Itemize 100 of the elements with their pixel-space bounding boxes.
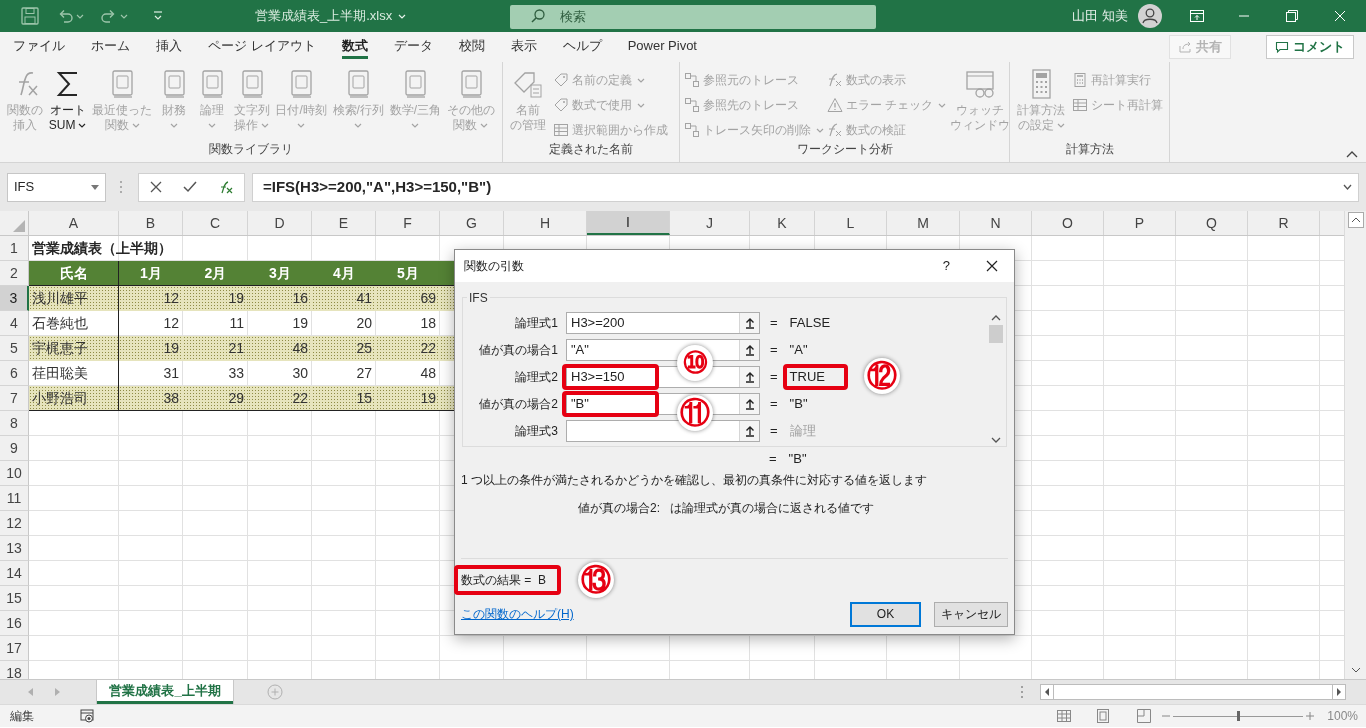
- ribbon-tab[interactable]: 表示: [510, 35, 537, 59]
- column-header[interactable]: L: [815, 211, 887, 235]
- ribbon-tab[interactable]: ページ レイアウト: [208, 35, 316, 59]
- file-name-button[interactable]: 営業成績表_上半期.xlsx: [250, 6, 410, 26]
- formula-field[interactable]: =IFS(H3>=200,"A",H3>=150,"B"): [252, 172, 1359, 202]
- function-icon: [827, 72, 843, 88]
- column-header[interactable]: A: [29, 211, 119, 235]
- restore-icon[interactable]: [1286, 10, 1298, 22]
- ribbon-tab[interactable]: ヘルプ: [562, 35, 602, 59]
- scroll-right-icon[interactable]: [1334, 685, 1344, 699]
- column-header[interactable]: B: [119, 211, 183, 235]
- column-header[interactable]: C: [183, 211, 248, 235]
- row-header[interactable]: 12: [0, 511, 29, 536]
- row-header[interactable]: 14: [0, 561, 29, 586]
- expand-icon[interactable]: [1343, 184, 1352, 190]
- collapse-button[interactable]: [739, 393, 759, 414]
- check-icon[interactable]: [183, 181, 198, 193]
- row-header[interactable]: 17: [0, 636, 29, 661]
- caret-icon: [131, 123, 140, 128]
- caret-icon: [480, 123, 489, 128]
- help-link[interactable]: この関数のヘルプ(H): [461, 605, 574, 623]
- row-header[interactable]: 3: [0, 286, 29, 311]
- macro-record-icon[interactable]: [80, 709, 94, 723]
- column-header[interactable]: R: [1248, 211, 1320, 235]
- formula-result: 数式の結果 = B: [461, 572, 546, 589]
- collapse-button[interactable]: [739, 312, 759, 333]
- sheet-cell: 19: [183, 286, 248, 311]
- close-icon[interactable]: [986, 260, 998, 272]
- ribbon-tab[interactable]: データ: [393, 35, 433, 59]
- page-layout-icon[interactable]: [1097, 709, 1110, 723]
- comment-button[interactable]: コメント: [1266, 35, 1354, 59]
- zoom-slider-thumb[interactable]: [1237, 711, 1241, 721]
- dialog-button[interactable]: OK: [850, 601, 921, 627]
- column-header[interactable]: F: [376, 211, 440, 235]
- scroll-up-icon[interactable]: [991, 315, 1001, 321]
- row-header[interactable]: 2: [0, 261, 29, 286]
- argument-field[interactable]: H3>=200: [566, 311, 760, 334]
- row-header[interactable]: 7: [0, 386, 29, 411]
- sheet-cell: 22: [248, 386, 312, 411]
- cancel-icon[interactable]: [149, 181, 162, 193]
- horizontal-scrollbar[interactable]: [1040, 684, 1346, 700]
- save-icon[interactable]: [20, 6, 40, 26]
- row-header[interactable]: 6: [0, 361, 29, 386]
- row-header[interactable]: 8: [0, 411, 29, 436]
- column-header[interactable]: M: [887, 211, 960, 235]
- column-header[interactable]: G: [440, 211, 504, 235]
- ribbon-display-icon[interactable]: [1190, 10, 1204, 22]
- vertical-scrollbar[interactable]: [1344, 211, 1366, 679]
- row-header[interactable]: 4: [0, 311, 29, 336]
- user-avatar-icon[interactable]: [1138, 4, 1162, 28]
- column-header[interactable]: O: [1032, 211, 1104, 235]
- scroll-thumb[interactable]: [989, 325, 1003, 343]
- argument-scrollbar[interactable]: [988, 315, 1004, 443]
- row-header[interactable]: 5: [0, 336, 29, 361]
- row-header[interactable]: 15: [0, 586, 29, 611]
- column-header[interactable]: P: [1104, 211, 1176, 235]
- sheet-cell: 22: [376, 336, 440, 361]
- collapse-ribbon-icon[interactable]: [1346, 150, 1358, 158]
- customize-icon[interactable]: [152, 10, 164, 22]
- sheet-cell: 16: [248, 286, 312, 311]
- ribbon-tab[interactable]: ファイル: [13, 35, 65, 59]
- warning-icon: [827, 97, 843, 113]
- page-break-icon[interactable]: [1137, 709, 1152, 723]
- collapse-button[interactable]: [739, 420, 759, 441]
- row-header[interactable]: 11: [0, 486, 29, 511]
- column-header[interactable]: K: [750, 211, 815, 235]
- collapse-button[interactable]: [739, 339, 759, 360]
- table-icon: [553, 122, 569, 138]
- help-button[interactable]: ?: [942, 256, 950, 276]
- zoom-slider[interactable]: [1173, 711, 1304, 721]
- column-header[interactable]: E: [312, 211, 376, 235]
- column-header[interactable]: Q: [1176, 211, 1248, 235]
- column-header[interactable]: N: [960, 211, 1032, 235]
- row-header[interactable]: 16: [0, 611, 29, 636]
- dialog-button[interactable]: キャンセル: [934, 601, 1008, 627]
- scroll-up-icon[interactable]: [1347, 212, 1364, 228]
- row-header[interactable]: 1: [0, 236, 29, 261]
- function-icon[interactable]: [219, 180, 234, 194]
- row-header[interactable]: 10: [0, 461, 29, 486]
- ribbon-tab[interactable]: ホーム: [91, 35, 130, 59]
- normal-view-icon[interactable]: [1057, 710, 1072, 722]
- name-box[interactable]: IFS: [7, 172, 106, 202]
- ribbon-tab[interactable]: 挿入: [156, 35, 182, 59]
- column-header[interactable]: D: [248, 211, 312, 235]
- row-header[interactable]: 9: [0, 436, 29, 461]
- ribbon-tab[interactable]: Power Pivot: [627, 35, 697, 59]
- sheet-tab[interactable]: 営業成績表_上半期: [97, 680, 233, 704]
- ribbon-button[interactable]: オート SUM: [47, 68, 88, 133]
- column-header[interactable]: J: [670, 211, 750, 235]
- redo-button[interactable]: [100, 7, 128, 25]
- ribbon-tab[interactable]: 数式: [341, 35, 368, 59]
- sheet-cell: 38: [119, 386, 183, 411]
- ribbon-tab[interactable]: 校閲: [458, 35, 485, 59]
- equals-sign: =: [770, 421, 778, 440]
- column-header[interactable]: I: [587, 211, 670, 235]
- scroll-down-icon[interactable]: [991, 437, 1001, 443]
- collapse-button[interactable]: [739, 366, 759, 387]
- search-field[interactable]: 検索: [510, 4, 876, 29]
- row-header[interactable]: 13: [0, 536, 29, 561]
- row-header[interactable]: 18: [0, 661, 29, 679]
